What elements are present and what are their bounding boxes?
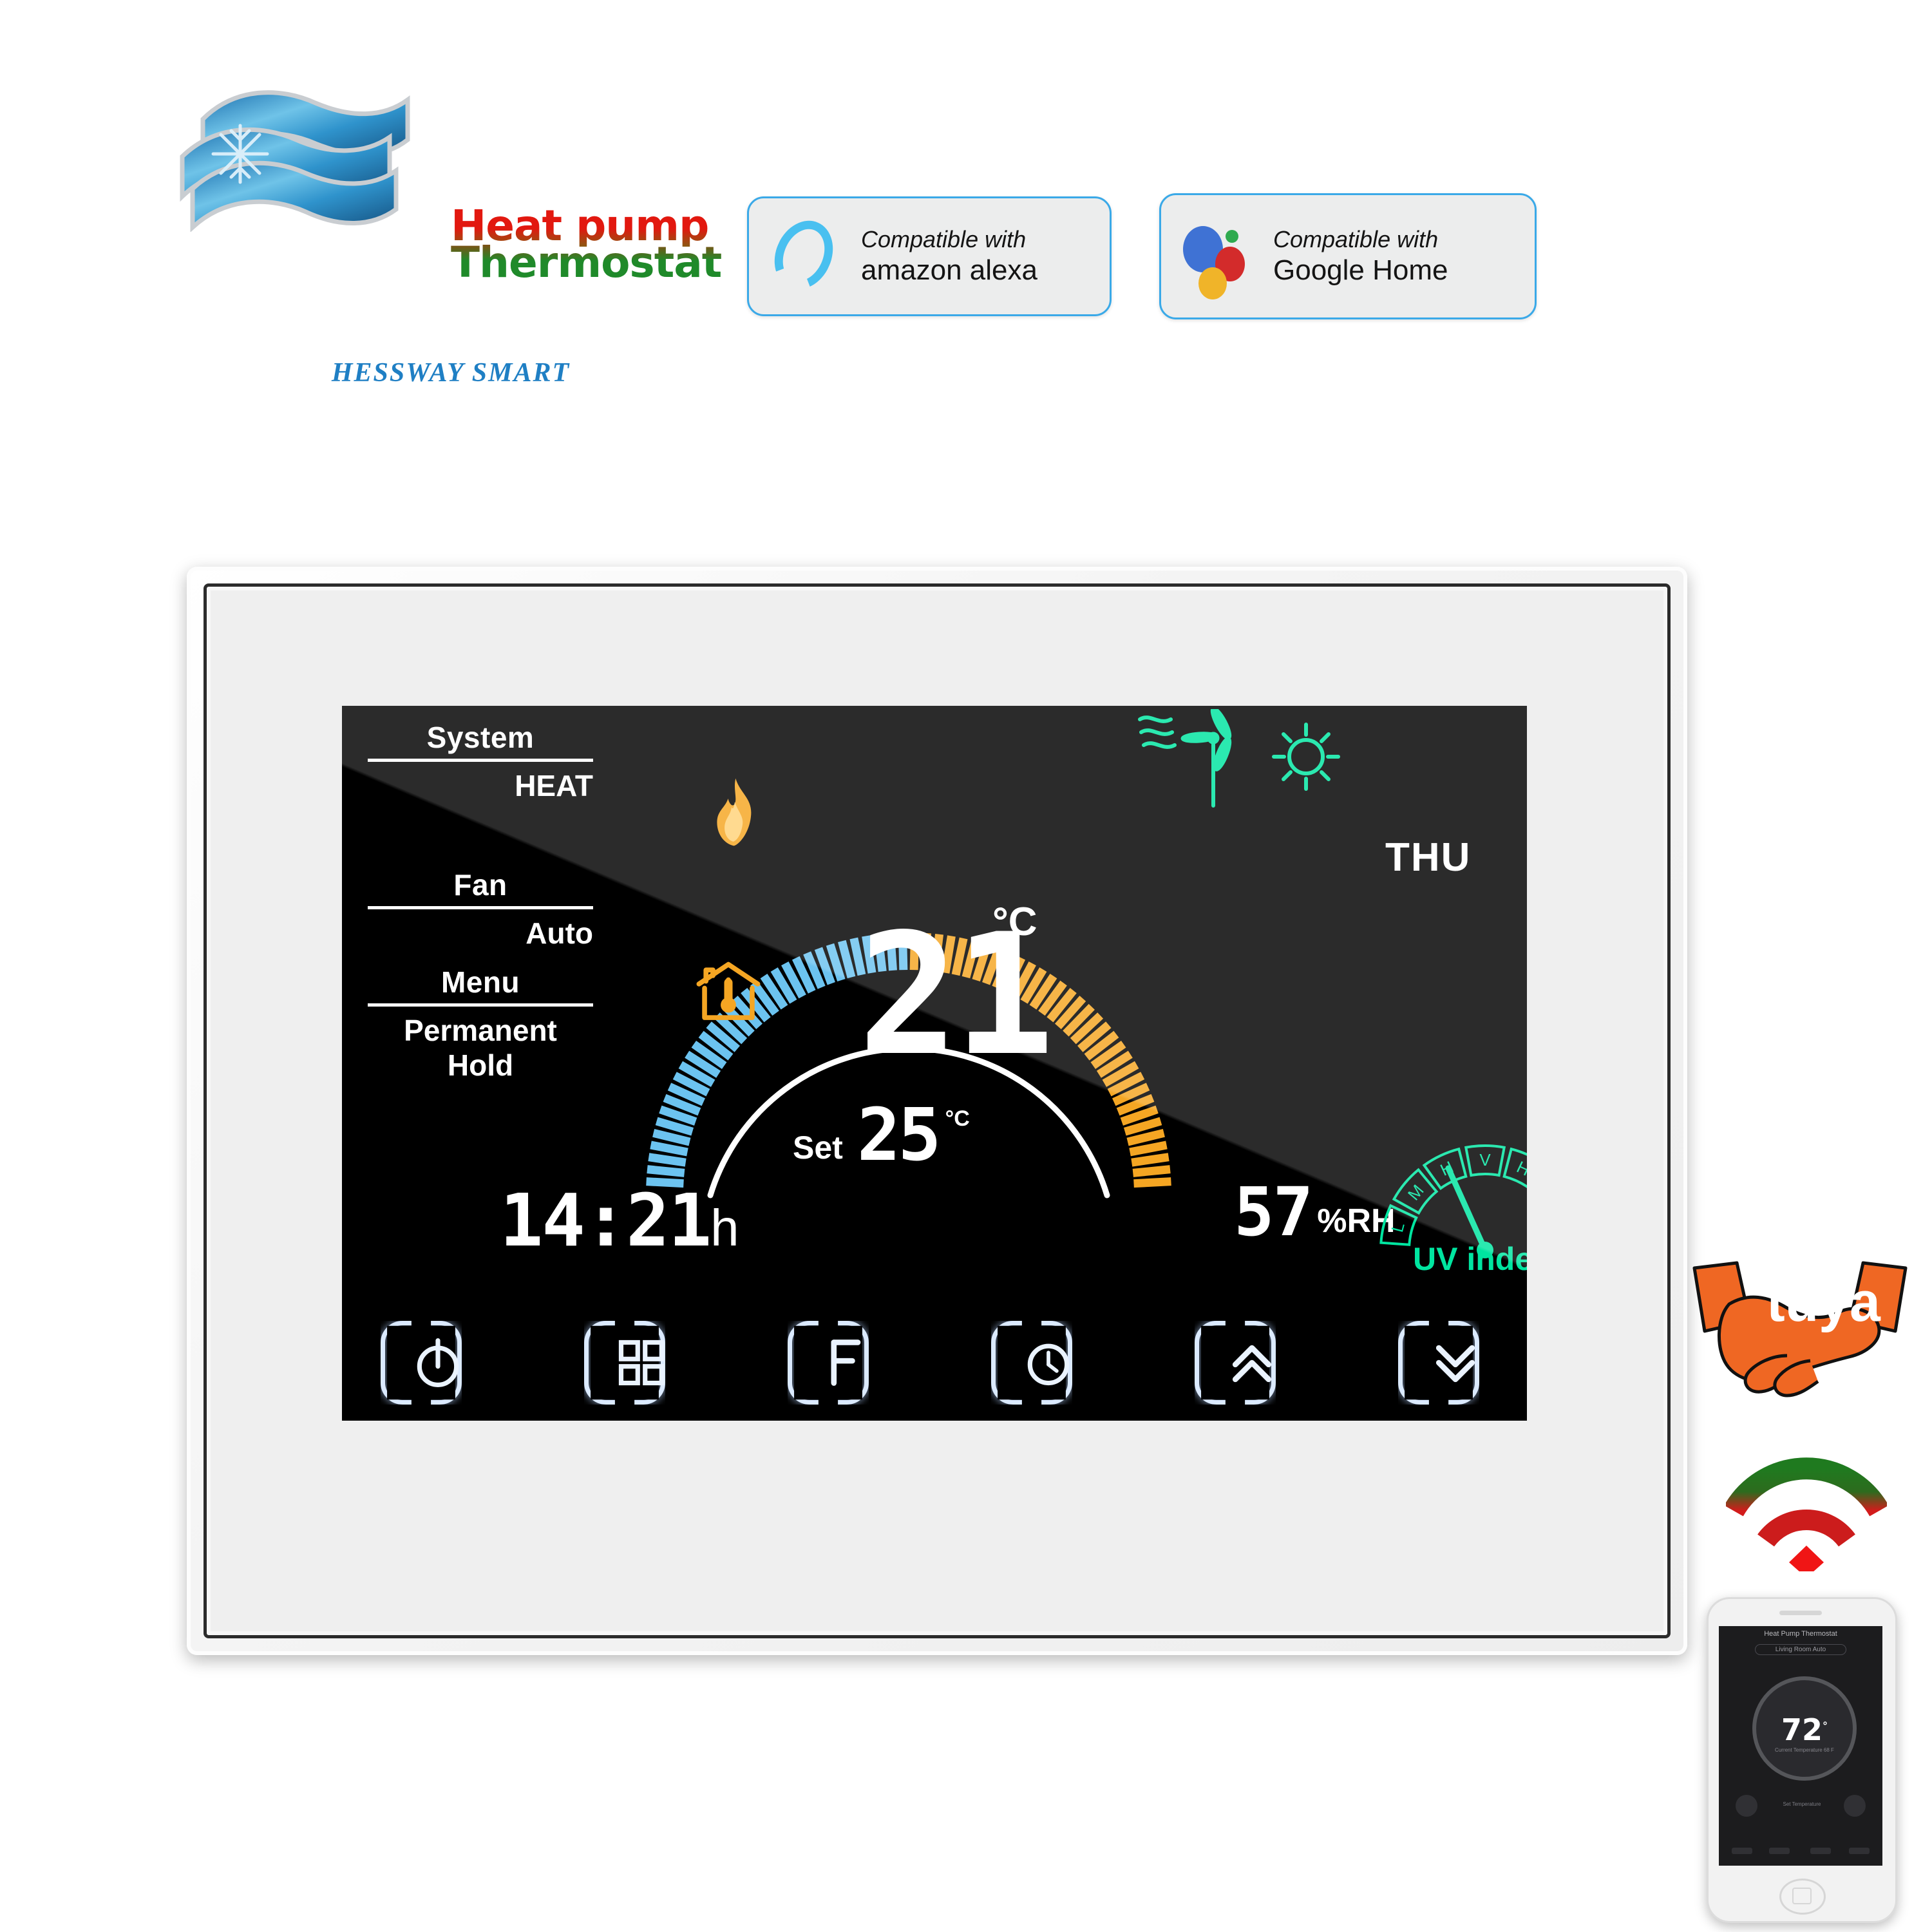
menu-value[interactable]: Permanent Hold xyxy=(368,1013,593,1083)
power-button[interactable] xyxy=(381,1321,477,1405)
uv-index-label: UV index xyxy=(1413,1241,1527,1277)
hessway-logo: HESSWAY SMART xyxy=(164,80,569,388)
temp-up-button[interactable] xyxy=(1195,1321,1291,1405)
smartphone-mockup: Heat Pump Thermostat Living Room Auto 72… xyxy=(1707,1597,1897,1923)
status-column: System HEAT Fan Auto Menu Permanent Hold xyxy=(368,720,593,1083)
dial-tick xyxy=(1132,1165,1171,1177)
phone-home-button[interactable] xyxy=(1779,1879,1826,1915)
system-label: System xyxy=(426,721,535,754)
brand-name: HESSWAY SMART xyxy=(331,358,571,388)
temp-down-button[interactable] xyxy=(1398,1321,1495,1405)
menu-label: Menu xyxy=(440,965,520,999)
humidity-readout: 57 %RH xyxy=(1234,1173,1396,1251)
tuya-wordmark: tuya xyxy=(1766,1271,1881,1333)
flame-icon xyxy=(709,777,761,848)
alexa-badge-line1: Compatible with xyxy=(861,226,1027,253)
lcd-screen: System HEAT Fan Auto Menu Permanent Hold xyxy=(342,706,1527,1421)
phone-temperature: 72° xyxy=(1756,1712,1853,1747)
grid-icon xyxy=(618,1340,665,1386)
clock-unit: h xyxy=(710,1199,739,1256)
phone-screen: Heat Pump Thermostat Living Room Auto 72… xyxy=(1719,1626,1882,1866)
uv-needle xyxy=(1445,1165,1488,1253)
wifi-icon xyxy=(1724,1449,1889,1578)
wind-turbine-icon xyxy=(1180,706,1232,808)
current-temperature: 21 xyxy=(858,898,1054,1093)
alexa-badge-line2: amazon alexa xyxy=(861,254,1037,287)
phone-set-temperature-label: Set Temperature xyxy=(1783,1801,1821,1807)
dial-tick xyxy=(1133,1177,1171,1188)
phone-app-title: Heat Pump Thermostat xyxy=(1764,1630,1837,1638)
dial-tick xyxy=(652,1129,691,1146)
eco-indicator-group xyxy=(1137,706,1369,812)
uv-segment-label: L xyxy=(1387,1220,1408,1235)
fan-label: Fan xyxy=(453,868,507,902)
clock-button[interactable] xyxy=(991,1321,1088,1405)
dial-tick xyxy=(648,1153,687,1167)
badge-google-home: Compatible with Google Home xyxy=(1159,193,1537,319)
uv-segment-label: V xyxy=(1479,1150,1491,1170)
system-value[interactable]: HEAT xyxy=(368,768,593,803)
day-of-week: THU xyxy=(1385,835,1472,880)
wind-lines-icon xyxy=(1138,715,1177,749)
humidity-value: 57 xyxy=(1234,1173,1313,1251)
badge-amazon-alexa: Compatible with amazon alexa xyxy=(747,196,1112,316)
fan-value[interactable]: Auto xyxy=(368,916,593,951)
phone-decrease-button[interactable] xyxy=(1736,1795,1757,1817)
product-title-line2: Thermostat xyxy=(451,237,722,287)
set-temperature-row[interactable]: Set 25 °C xyxy=(793,1094,1153,1177)
sun-icon xyxy=(1272,723,1340,791)
uv-segment-label: H xyxy=(1514,1157,1527,1180)
chevron-up-icon xyxy=(1232,1345,1272,1383)
thermostat-device: System HEAT Fan Auto Menu Permanent Hold xyxy=(187,567,1687,1655)
fahrenheit-button[interactable] xyxy=(788,1321,884,1405)
google-badge-line2: Google Home xyxy=(1273,254,1448,287)
product-title: Heat pump Thermostat xyxy=(451,205,722,287)
phone-room-label: Living Room Auto xyxy=(1755,1644,1846,1655)
phone-increase-button[interactable] xyxy=(1844,1795,1866,1817)
set-temperature-unit: °C xyxy=(945,1106,970,1132)
thermostat-bezel: System HEAT Fan Auto Menu Permanent Hold xyxy=(204,583,1671,1638)
clock-readout: 14:21h xyxy=(500,1179,739,1263)
phone-temp-degree: ° xyxy=(1823,1719,1828,1732)
clock-icon xyxy=(1027,1343,1070,1386)
phone-temp-value: 72 xyxy=(1781,1712,1823,1747)
touch-button-row xyxy=(381,1321,1495,1411)
set-temperature-value: 25 xyxy=(857,1094,942,1177)
dial-tick xyxy=(650,1141,688,1157)
fan-divider xyxy=(368,906,593,909)
alexa-ring-icon xyxy=(764,211,849,299)
phone-temp-subtitle: Current Temperature 68 F xyxy=(1775,1747,1834,1753)
phone-speaker xyxy=(1779,1611,1822,1615)
chevron-down-icon xyxy=(1435,1345,1475,1383)
uv-segment-label: M xyxy=(1404,1181,1428,1204)
house-thermometer-icon xyxy=(693,960,764,1025)
menu-divider xyxy=(368,1003,593,1007)
phone-temperature-dial[interactable]: 72° Current Temperature 68 F xyxy=(1752,1676,1857,1781)
set-label: Set xyxy=(793,1130,843,1166)
current-temperature-unit: °C xyxy=(992,900,1037,944)
dial-tick xyxy=(647,1165,685,1177)
f-letter-icon xyxy=(831,1340,861,1386)
system-divider xyxy=(368,759,593,762)
tuya-logo: tuya xyxy=(1690,1259,1909,1414)
google-badge-line1: Compatible with xyxy=(1273,226,1439,253)
power-icon xyxy=(417,1338,459,1387)
menu-button[interactable] xyxy=(584,1321,681,1405)
google-assistant-dots-icon xyxy=(1178,214,1262,299)
clock-value: 14:21 xyxy=(500,1179,712,1263)
header-banner: HESSWAY SMART Heat pump Thermostat Compa… xyxy=(0,0,1932,388)
